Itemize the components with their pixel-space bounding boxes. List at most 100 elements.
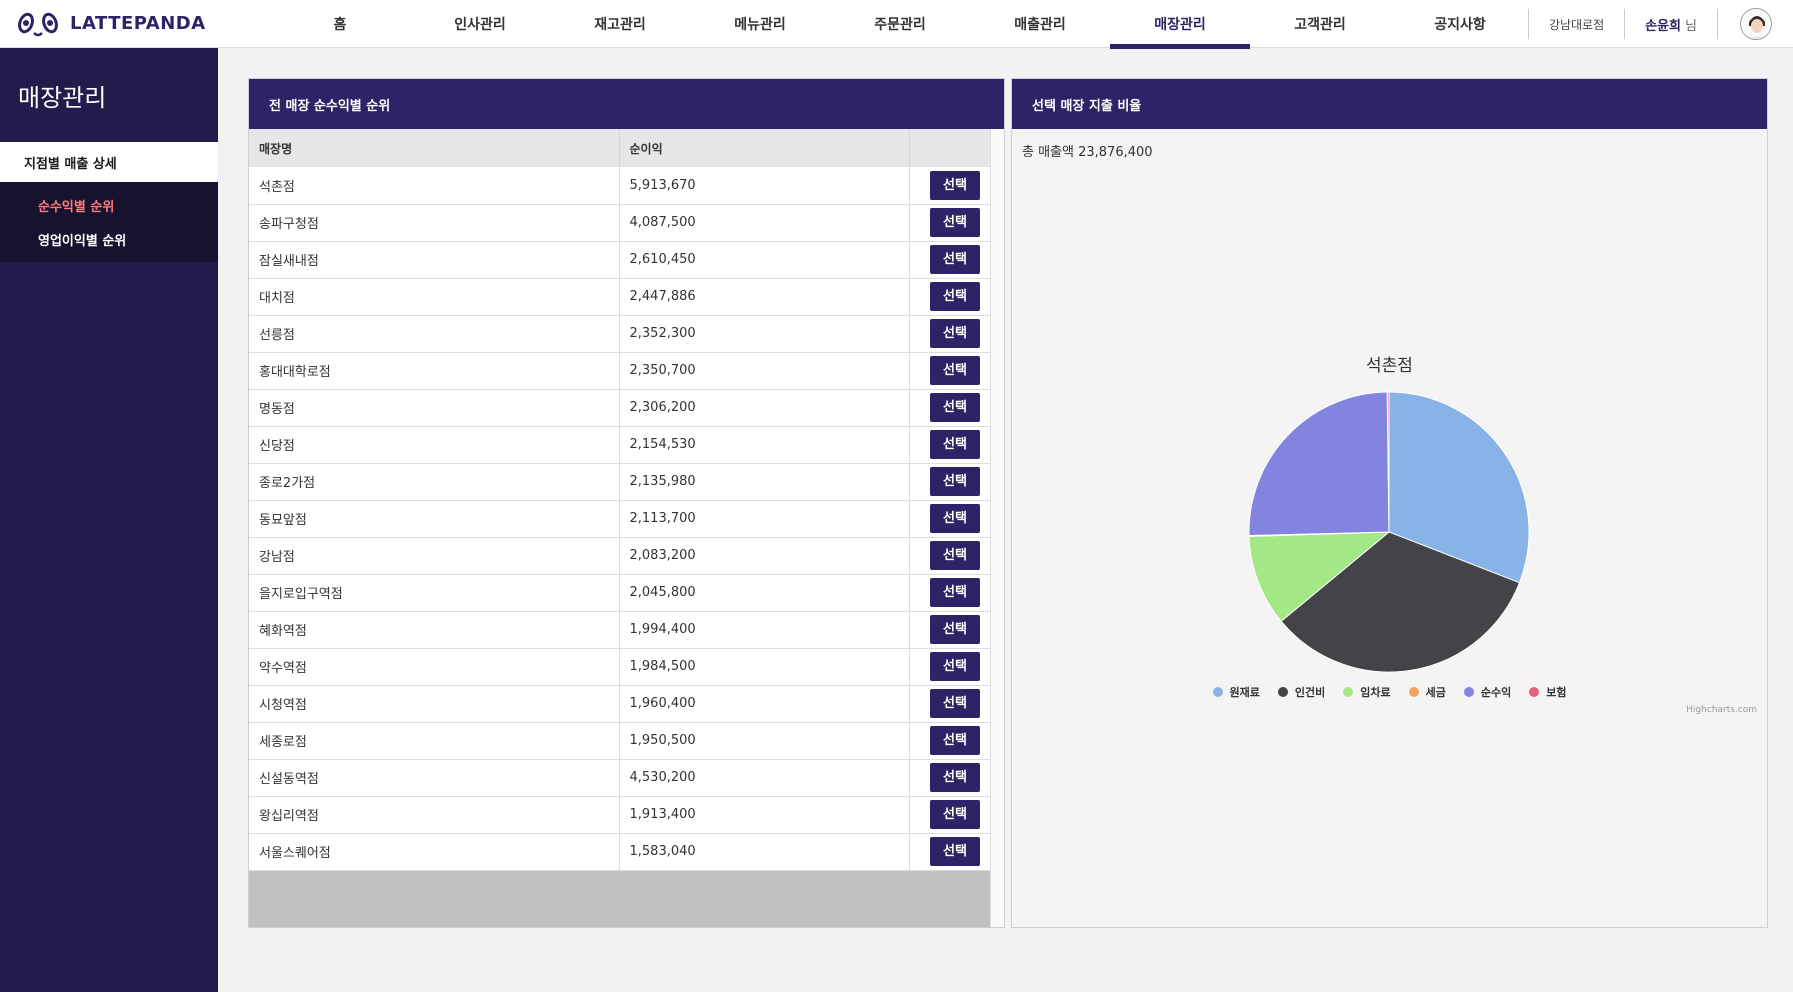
- legend-item-3[interactable]: 세금: [1408, 684, 1446, 700]
- store-name-cell: 종로2가점: [249, 463, 620, 501]
- select-button[interactable]: 선택: [930, 504, 980, 533]
- net-profit-cell: 4,087,500: [619, 204, 910, 242]
- select-button[interactable]: 선택: [930, 282, 980, 311]
- sidebar-group-branch-sales[interactable]: 지점별 매출 상세: [0, 142, 218, 182]
- nav-item-5[interactable]: 매출관리: [970, 0, 1110, 48]
- net-profit-cell: 1,994,400: [619, 611, 910, 649]
- legend-item-1[interactable]: 인건비: [1277, 684, 1326, 700]
- net-profit-cell: 1,583,040: [619, 833, 910, 871]
- table-row: 혜화역점 1,994,400 선택: [249, 611, 990, 649]
- store-name-cell: 선릉점: [249, 315, 620, 353]
- store-name-cell: 신당점: [249, 426, 620, 464]
- pie-slice-4[interactable]: [1248, 391, 1390, 537]
- column-header-action: [909, 129, 990, 167]
- user-greeting[interactable]: 손윤희 님: [1624, 9, 1717, 39]
- select-button[interactable]: 선택: [930, 393, 980, 422]
- column-header-profit: 순이익: [619, 129, 910, 167]
- action-cell: 선택: [909, 315, 990, 353]
- select-button[interactable]: 선택: [930, 800, 980, 829]
- nav-item-4[interactable]: 주문관리: [830, 0, 970, 48]
- action-cell: 선택: [909, 463, 990, 501]
- action-cell: 선택: [909, 241, 990, 279]
- store-name-cell: 을지로입구역점: [249, 574, 620, 612]
- select-button[interactable]: 선택: [930, 763, 980, 792]
- legend-item-0[interactable]: 원재료: [1212, 684, 1260, 700]
- panel-title: 전 매장 순수익별 순위: [249, 79, 1004, 129]
- select-button[interactable]: 선택: [930, 467, 980, 496]
- select-button[interactable]: 선택: [930, 837, 980, 866]
- table-header-row: 매장명 순이익: [249, 129, 990, 167]
- action-cell: 선택: [909, 426, 990, 464]
- select-button[interactable]: 선택: [930, 726, 980, 755]
- expense-ratio-panel: 선택 매장 지출 비율 총 매출액 23,876,400 석촌점 원재료 인건비 임…: [1011, 78, 1768, 928]
- select-button[interactable]: 선택: [930, 356, 980, 385]
- table-row: 시청역점 1,960,400 선택: [249, 685, 990, 723]
- select-button[interactable]: 선택: [930, 170, 980, 200]
- avatar[interactable]: [1739, 8, 1772, 40]
- store-name-cell: 홍대대학로점: [249, 352, 620, 390]
- net-profit-cell: 2,350,700: [619, 352, 910, 390]
- select-button[interactable]: 선택: [930, 615, 980, 644]
- nav-item-6[interactable]: 매장관리: [1110, 0, 1250, 49]
- table-row: 신당점 2,154,530 선택: [249, 426, 990, 464]
- legend-dot-icon: [1343, 687, 1354, 697]
- store-name-cell: 대치점: [249, 278, 620, 316]
- legend-item-2[interactable]: 임차료: [1343, 684, 1391, 700]
- avatar-container: [1717, 8, 1793, 40]
- net-profit-cell: 1,950,500: [619, 722, 910, 760]
- select-button[interactable]: 선택: [930, 578, 980, 607]
- legend-item-5[interactable]: 보험: [1529, 684, 1567, 700]
- legend-item-4[interactable]: 순수익: [1463, 684, 1512, 700]
- select-button[interactable]: 선택: [930, 245, 980, 274]
- store-name-cell: 송파구청점: [249, 204, 620, 242]
- sidebar-item-1[interactable]: 영업이익별 순위: [0, 222, 218, 256]
- legend-label: 순수익: [1480, 686, 1512, 699]
- action-cell: 선택: [909, 389, 990, 427]
- select-button[interactable]: 선택: [930, 689, 980, 718]
- net-profit-cell: 2,045,800: [619, 574, 910, 612]
- action-cell: 선택: [909, 204, 990, 242]
- legend-label: 인건비: [1294, 686, 1326, 699]
- user-controls: 강남대로점 손윤희 님: [1527, 0, 1793, 48]
- select-button[interactable]: 선택: [930, 652, 980, 681]
- chart-credit[interactable]: Highcharts.com: [1686, 705, 1757, 715]
- nav-item-8[interactable]: 공지사항: [1390, 0, 1530, 48]
- main-nav: 홈 인사관리 재고관리 메뉴관리 주문관리 매출관리 매장관리 고객관리 공지사항: [270, 0, 1530, 49]
- pie-chart: [1248, 391, 1530, 673]
- legend-dot-icon: [1408, 687, 1419, 697]
- action-cell: 선택: [909, 278, 990, 316]
- net-profit-cell: 2,154,530: [619, 426, 910, 464]
- store-name-cell: 약수역점: [249, 648, 620, 686]
- table-row: 왕십리역점 1,913,400 선택: [249, 796, 990, 834]
- nav-item-1[interactable]: 인사관리: [410, 0, 550, 48]
- store-name-cell: 강남점: [249, 537, 620, 575]
- sidebar-item-0[interactable]: 순수익별 순위: [0, 188, 218, 222]
- action-cell: 선택: [909, 500, 990, 538]
- nav-item-0[interactable]: 홈: [270, 0, 410, 48]
- select-button[interactable]: 선택: [930, 319, 980, 348]
- table-row: 대치점 2,447,886 선택: [249, 278, 990, 316]
- table-row: 동묘앞점 2,113,700 선택: [249, 500, 990, 538]
- legend-dot-icon: [1463, 687, 1474, 697]
- nav-item-2[interactable]: 재고관리: [550, 0, 690, 48]
- net-profit-cell: 4,530,200: [619, 759, 910, 797]
- net-profit-cell: 5,913,670: [619, 167, 910, 205]
- panda-logo-icon: [18, 12, 58, 36]
- select-button[interactable]: 선택: [930, 208, 980, 237]
- nav-item-7[interactable]: 고객관리: [1250, 0, 1390, 48]
- store-name-cell: 명동점: [249, 389, 620, 427]
- net-profit-cell: 2,352,300: [619, 315, 910, 353]
- store-name-cell: 잠실새내점: [249, 241, 620, 279]
- top-navbar: LATTEPANDA 홈 인사관리 재고관리 메뉴관리 주문관리 매출관리 매장관리 고객관리…: [0, 0, 1793, 49]
- select-button[interactable]: 선택: [930, 430, 980, 459]
- ranking-table-container[interactable]: 매장명 순이익 석촌점 5,913,670 선택 송파구청점 4,087,500 선택 잠실…: [249, 129, 990, 927]
- action-cell: 선택: [909, 537, 990, 575]
- table-scrollbar[interactable]: [990, 129, 1004, 927]
- table-row: 잠실새내점 2,610,450 선택: [249, 241, 990, 279]
- brand-logo[interactable]: LATTEPANDA: [0, 0, 270, 48]
- action-cell: 선택: [909, 574, 990, 612]
- net-profit-cell: 2,610,450: [619, 241, 910, 279]
- action-cell: 선택: [909, 352, 990, 390]
- select-button[interactable]: 선택: [930, 541, 980, 570]
- nav-item-3[interactable]: 메뉴관리: [690, 0, 830, 48]
